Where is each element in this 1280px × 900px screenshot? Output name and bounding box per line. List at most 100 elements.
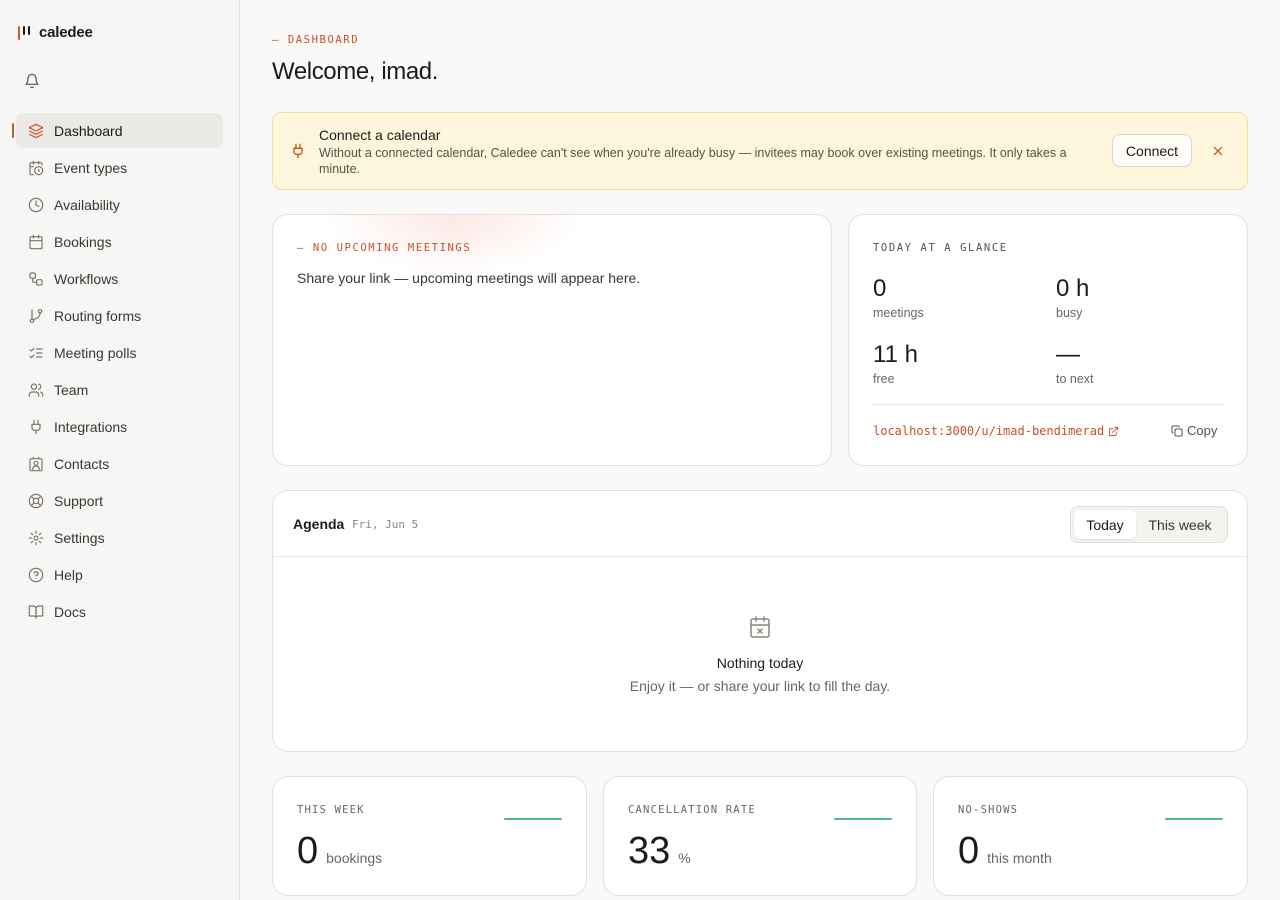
upcoming-text: Share your link — upcoming meetings will…: [297, 270, 641, 286]
stat-label: busy: [1056, 306, 1083, 320]
stat-value: —: [1056, 341, 1080, 368]
sidebar-item-dashboard[interactable]: Dashboard: [12, 113, 223, 148]
sidebar-item-label: Docs: [54, 603, 86, 620]
stat-value: 0 h: [1056, 275, 1090, 302]
sidebar-item-routing-forms[interactable]: Routing forms: [16, 298, 223, 333]
sidebar-item-label: Support: [54, 492, 104, 509]
sidebar-nav: Dashboard Event types Availability Booki…: [12, 113, 223, 631]
sparkline: [504, 818, 562, 820]
sidebar-item-label: Meeting polls: [54, 344, 137, 361]
connect-button[interactable]: Connect: [1112, 134, 1192, 167]
sidebar-item-label: Availability: [54, 196, 120, 213]
contact-icon: [29, 456, 43, 471]
git-branch-icon: [29, 308, 43, 323]
stat-label: free: [873, 372, 895, 386]
sidebar-item-integrations[interactable]: Integrations: [16, 409, 223, 444]
metric-unit: this month: [987, 850, 1052, 866]
sidebar-item-label: Help: [54, 566, 83, 583]
plug-icon: [293, 143, 303, 159]
agenda-range-toggle: Today This week: [1070, 506, 1228, 543]
sidebar-item-support[interactable]: Support: [16, 483, 223, 518]
sidebar-item-label: Settings: [54, 529, 105, 546]
sidebar-item-contacts[interactable]: Contacts: [16, 446, 223, 481]
stat-label: to next: [1056, 372, 1094, 386]
metric-label: THIS WEEK: [297, 804, 365, 816]
upcoming-eyebrow: — NO UPCOMING MEETINGS: [297, 242, 472, 254]
banner-text: Without a connected calendar, Caledee ca…: [319, 146, 1067, 176]
brand[interactable]: caledee: [18, 24, 93, 41]
external-link-icon: [1109, 426, 1119, 436]
upcoming-meetings-card: — NO UPCOMING MEETINGS Share your link —…: [272, 214, 832, 466]
sidebar-item-label: Routing forms: [54, 307, 142, 324]
banner-title: Connect a calendar: [319, 127, 441, 143]
metric-label: NO-SHOWS: [958, 804, 1019, 816]
sidebar: caledee Dashboard Event types Availabili…: [0, 0, 240, 900]
sidebar-item-event-types[interactable]: Event types: [16, 150, 223, 185]
agenda-date: Fri, Jun 5: [352, 518, 419, 531]
stat-free: 11 h free: [873, 341, 918, 386]
connect-calendar-banner: Connect a calendar Without a connected c…: [272, 112, 1248, 190]
stat-to-next: — to next: [1056, 341, 1094, 386]
layers-icon: [28, 123, 44, 138]
close-icon[interactable]: [1211, 144, 1225, 158]
sidebar-item-docs[interactable]: Docs: [16, 594, 223, 629]
help-circle-icon: [28, 567, 44, 582]
sidebar-item-bookings[interactable]: Bookings: [16, 224, 223, 259]
agenda-header: Agenda Fri, Jun 5 Today This week: [273, 491, 1247, 557]
list-checks-icon: [29, 347, 43, 358]
metric-number: 0: [297, 830, 319, 872]
metric-value: 33 %: [628, 829, 691, 873]
clock-icon: [28, 197, 44, 212]
copy-label: Copy: [1187, 423, 1218, 438]
sidebar-item-help[interactable]: Help: [16, 557, 223, 592]
sidebar-item-label: Bookings: [54, 233, 112, 250]
calendar-x-icon: [750, 616, 770, 638]
bell-icon[interactable]: [24, 73, 40, 89]
copy-link-button[interactable]: Copy: [1171, 423, 1217, 438]
life-buoy-icon: [28, 493, 44, 508]
gear-icon: [28, 530, 44, 545]
sidebar-item-team[interactable]: Team: [16, 372, 223, 407]
stat-value: 11 h: [873, 341, 918, 368]
calendar-icon: [29, 234, 43, 249]
book-open-icon: [28, 604, 44, 619]
sidebar-item-availability[interactable]: Availability: [16, 187, 223, 222]
tab-today[interactable]: Today: [1074, 510, 1136, 539]
sidebar-item-settings[interactable]: Settings: [16, 520, 223, 555]
stat-label: meetings: [873, 306, 924, 320]
agenda-title: Agenda: [293, 516, 345, 532]
empty-state-subtitle: Enjoy it — or share your link to fill th…: [629, 678, 891, 694]
tab-this-week[interactable]: This week: [1136, 510, 1224, 539]
today-at-a-glance-card: TODAY AT A GLANCE 0 meetings 0 h busy 11…: [848, 214, 1248, 466]
plug-icon: [31, 419, 41, 434]
brand-name: caledee: [39, 24, 93, 41]
metric-unit: %: [678, 850, 691, 866]
booking-link-text: localhost:3000/u/imad-bendimerad: [873, 424, 1105, 438]
stat-busy: 0 h busy: [1056, 275, 1089, 320]
calendar-clock-icon: [29, 160, 44, 175]
divider: [873, 404, 1223, 405]
sidebar-item-meeting-polls[interactable]: Meeting polls: [16, 335, 223, 370]
metric-value: 0 bookings: [297, 829, 382, 873]
sidebar-item-label: Event types: [54, 159, 128, 176]
stat-meetings: 0 meetings: [873, 275, 924, 320]
metric-unit: bookings: [326, 850, 383, 866]
sidebar-item-workflows[interactable]: Workflows: [16, 261, 223, 296]
metric-card-no-shows: NO-SHOWS 0 this month: [933, 776, 1248, 896]
page-eyebrow: — DASHBOARD: [272, 34, 360, 46]
metric-label: CANCELLATION RATE: [628, 804, 756, 816]
sidebar-item-label: Workflows: [54, 270, 119, 287]
empty-state-title: Nothing today: [716, 655, 804, 671]
metric-number: 0: [958, 830, 980, 872]
sidebar-item-label: Integrations: [54, 418, 128, 435]
metric-value: 0 this month: [958, 829, 1052, 873]
users-icon: [28, 382, 44, 397]
workflow-icon: [29, 271, 43, 286]
metric-number: 33: [628, 830, 671, 872]
metric-card-cancellation-rate: CANCELLATION RATE 33 %: [603, 776, 917, 896]
sidebar-item-label: Contacts: [54, 455, 110, 472]
metric-card-this-week: THIS WEEK 0 bookings: [272, 776, 587, 896]
booking-link[interactable]: localhost:3000/u/imad-bendimerad: [873, 424, 1119, 438]
sidebar-item-label: Team: [54, 381, 89, 398]
sidebar-item-label: Dashboard: [54, 122, 123, 139]
